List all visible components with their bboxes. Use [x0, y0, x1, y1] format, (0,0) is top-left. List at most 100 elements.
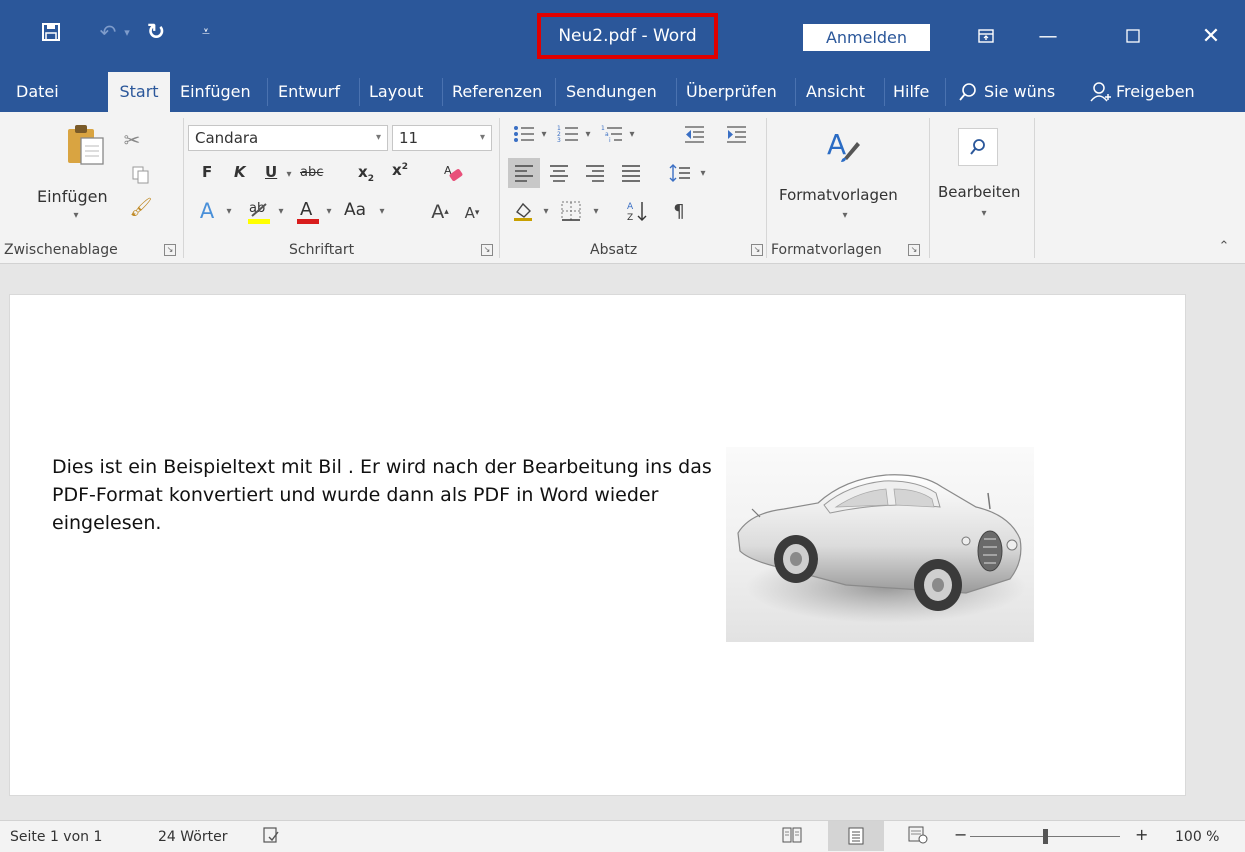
line-spacing-icon[interactable]	[665, 158, 695, 188]
clear-formatting-icon[interactable]: A	[440, 160, 466, 186]
web-layout-icon[interactable]	[908, 826, 928, 848]
cut-icon[interactable]: ✂	[120, 128, 144, 152]
strikethrough-button[interactable]: abc	[300, 165, 323, 180]
font-color-dropdown-icon[interactable]: ▾	[322, 202, 336, 220]
align-center-icon[interactable]	[544, 158, 574, 188]
share-button[interactable]: Freigeben	[1116, 72, 1195, 112]
ribbon-display-icon[interactable]	[963, 20, 1009, 52]
tab-layout[interactable]: Layout	[369, 72, 423, 112]
multilevel-list-icon[interactable]: 1ai	[598, 122, 626, 146]
group-divider	[183, 118, 184, 258]
tab-ueberpruefen[interactable]: Überprüfen	[686, 72, 777, 112]
clipboard-launcher-icon[interactable]: ↘	[164, 244, 176, 256]
numbering-icon[interactable]: 123	[554, 122, 582, 146]
maximize-icon[interactable]	[1110, 20, 1156, 52]
styles-button[interactable]: Formatvorlagen	[779, 186, 898, 204]
bullets-icon[interactable]	[510, 122, 538, 146]
collapse-ribbon-icon[interactable]: ⌃	[1214, 236, 1234, 256]
tab-sendungen[interactable]: Sendungen	[566, 72, 657, 112]
zoom-in-button[interactable]: +	[1135, 825, 1148, 844]
underline-button[interactable]: U	[265, 163, 277, 181]
undo-dropdown-icon[interactable]: ▾	[120, 18, 134, 46]
zoom-out-button[interactable]: −	[954, 825, 967, 844]
print-layout-icon[interactable]	[828, 821, 884, 851]
proofing-icon[interactable]	[262, 826, 280, 848]
zoom-slider[interactable]	[970, 829, 1120, 844]
underline-dropdown-icon[interactable]: ▾	[281, 164, 297, 184]
multilevel-dropdown-icon[interactable]: ▾	[626, 125, 638, 143]
text-effects-dropdown-icon[interactable]: ▾	[222, 202, 236, 220]
read-mode-icon[interactable]	[782, 826, 802, 848]
styles-icon[interactable]: A	[822, 124, 866, 168]
styles-launcher-icon[interactable]: ↘	[908, 244, 920, 256]
tab-einfuegen[interactable]: Einfügen	[180, 72, 251, 112]
justify-icon[interactable]	[616, 158, 646, 188]
bold-button[interactable]: F	[202, 163, 212, 181]
bullets-dropdown-icon[interactable]: ▾	[538, 125, 550, 143]
body-paragraph[interactable]: Dies ist ein Beispieltext mit Bil . Er w…	[52, 453, 717, 537]
zoom-slider-thumb[interactable]	[1043, 829, 1048, 844]
tab-entwurf[interactable]: Entwurf	[278, 72, 340, 112]
copy-icon[interactable]	[130, 164, 152, 186]
shading-icon[interactable]	[508, 196, 538, 226]
paste-dropdown-icon[interactable]: ▾	[66, 208, 86, 222]
format-painter-icon[interactable]: 🖌	[130, 196, 153, 218]
borders-icon[interactable]	[556, 196, 586, 226]
font-color-icon[interactable]: A	[294, 196, 322, 226]
zoom-level[interactable]: 100 %	[1175, 829, 1219, 845]
word-count[interactable]: 24 Wörter	[158, 829, 227, 845]
align-left-icon[interactable]	[508, 158, 540, 188]
find-icon[interactable]	[958, 128, 998, 166]
editing-dropdown-icon[interactable]: ▾	[977, 206, 991, 220]
superscript-button[interactable]: x2	[392, 161, 408, 179]
sort-icon[interactable]: AZ	[622, 196, 652, 226]
paragraph-launcher-icon[interactable]: ↘	[751, 244, 763, 256]
decrease-indent-icon[interactable]	[680, 122, 708, 146]
search-icon[interactable]	[958, 72, 982, 112]
numbering-dropdown-icon[interactable]: ▾	[582, 125, 594, 143]
change-case-dropdown-icon[interactable]: ▾	[375, 202, 389, 220]
subscript-button[interactable]: x2	[358, 163, 374, 184]
change-case-button[interactable]: Aa	[344, 200, 366, 220]
sign-in-button[interactable]: Anmelden	[803, 24, 930, 51]
increase-indent-icon[interactable]	[722, 122, 750, 146]
page-count[interactable]: Seite 1 von 1	[10, 829, 102, 845]
line-spacing-dropdown-icon[interactable]: ▾	[697, 164, 709, 182]
customize-qat-icon[interactable]: ⩡	[196, 18, 216, 46]
paste-button[interactable]: Einfügen	[37, 187, 108, 206]
highlight-icon[interactable]: ab	[245, 196, 273, 226]
tab-ansicht[interactable]: Ansicht	[806, 72, 865, 112]
font-group-label: Schriftart	[289, 242, 355, 258]
group-divider	[1034, 118, 1035, 258]
shading-dropdown-icon[interactable]: ▾	[540, 202, 552, 220]
tab-start[interactable]: Start	[108, 72, 170, 112]
shrink-font-icon[interactable]: A ▾	[458, 200, 486, 226]
svg-text:3: 3	[557, 137, 561, 144]
document-page[interactable]: Dies ist ein Beispieltext mit Bil . Er w…	[9, 294, 1186, 796]
editing-button[interactable]: Bearbeiten	[938, 183, 1020, 201]
font-name-dropdown[interactable]: Candara ▾	[188, 125, 388, 151]
tab-referenzen[interactable]: Referenzen	[452, 72, 542, 112]
share-person-icon[interactable]	[1090, 72, 1114, 112]
align-right-icon[interactable]	[580, 158, 610, 188]
tell-me-input[interactable]: Sie wüns	[984, 72, 1055, 112]
car-image[interactable]	[726, 447, 1034, 642]
save-icon[interactable]	[36, 18, 66, 46]
borders-dropdown-icon[interactable]: ▾	[590, 202, 602, 220]
redo-icon[interactable]: ↻	[142, 18, 170, 46]
tab-divider	[555, 78, 556, 106]
styles-dropdown-icon[interactable]: ▾	[838, 208, 852, 222]
minimize-icon[interactable]: —	[1025, 20, 1071, 52]
paste-icon[interactable]	[62, 120, 110, 168]
highlight-dropdown-icon[interactable]: ▾	[274, 202, 288, 220]
font-launcher-icon[interactable]: ↘	[481, 244, 493, 256]
font-size-dropdown[interactable]: 11 ▾	[392, 125, 492, 151]
grow-font-icon[interactable]: A ▴	[425, 198, 455, 226]
tab-hilfe[interactable]: Hilfe	[893, 72, 929, 112]
italic-button[interactable]: K	[234, 163, 246, 181]
tab-datei[interactable]: Datei	[16, 72, 59, 112]
text-effects-icon[interactable]: A	[194, 198, 220, 224]
undo-icon[interactable]: ↶	[94, 18, 122, 46]
pilcrow-icon[interactable]: ¶	[664, 196, 694, 226]
close-icon[interactable]: ✕	[1188, 20, 1234, 52]
